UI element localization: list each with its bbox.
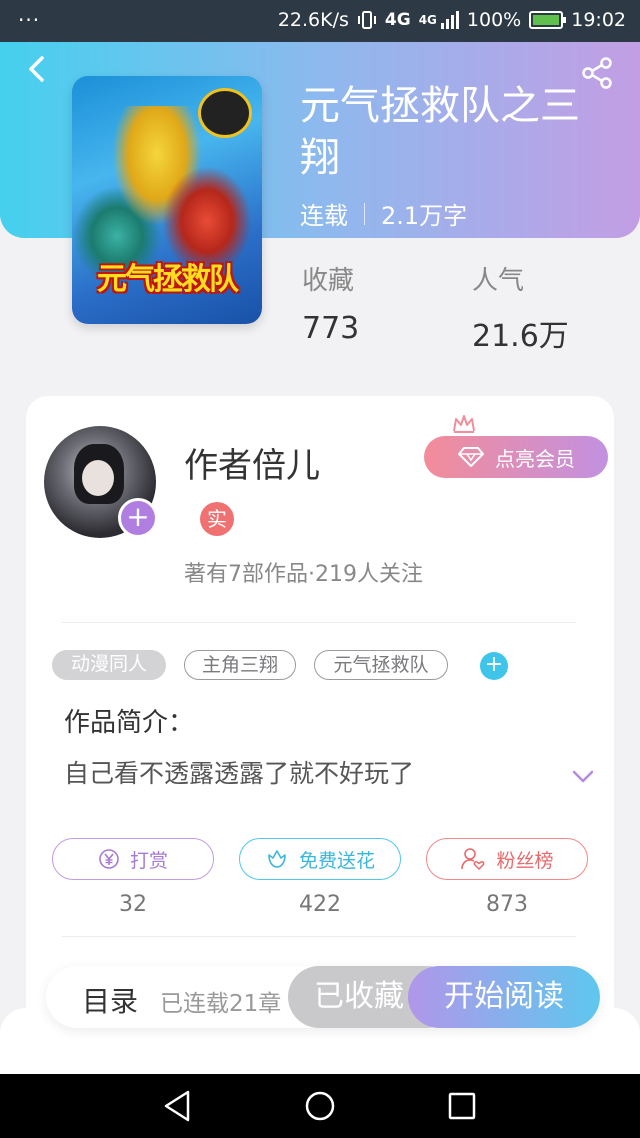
network-type: 4G: [384, 10, 411, 30]
nav-back-icon[interactable]: [160, 1088, 196, 1124]
favorites-label: 收藏: [302, 266, 355, 296]
intro-text: 自己看不透露透露了就不好玩了: [64, 759, 415, 788]
back-icon[interactable]: [22, 54, 52, 84]
network-type-small: 4G: [418, 13, 437, 27]
favorites-value: 773: [302, 311, 360, 346]
verified-badge: 实: [200, 502, 234, 536]
intro-heading: 作品简介：: [64, 708, 195, 738]
toc-button[interactable]: 目录: [82, 980, 138, 1020]
user-heart-icon: [461, 848, 485, 871]
bottom-action-bar: 目录 已连载21章 已收藏 开始阅读: [46, 966, 600, 1028]
vip-button[interactable]: 点亮会员: [424, 436, 608, 478]
vibrate-icon: [357, 11, 376, 29]
start-reading-button[interactable]: 开始阅读: [408, 966, 600, 1028]
notification-dots: ···: [18, 8, 41, 32]
serial-status: 连载: [300, 202, 348, 230]
book-meta: 连载 2.1万字: [300, 196, 467, 231]
signal-icon: [440, 11, 459, 29]
send-flower-button[interactable]: 免费送花: [239, 838, 401, 880]
send-flower-label: 免费送花: [298, 849, 375, 872]
favorites-stat: 收藏 773: [302, 260, 359, 346]
yen-icon: [99, 849, 119, 869]
avatar-face: [82, 460, 114, 496]
meta-divider: [364, 202, 365, 225]
fan-ranking-button[interactable]: 粉丝榜: [426, 838, 588, 880]
word-count: 2.1万字: [381, 202, 468, 230]
clock: 19:02: [571, 9, 626, 31]
flower-count: 422: [299, 892, 341, 917]
crown-icon: [453, 415, 475, 433]
cover-logo: 元气拯救队: [97, 262, 239, 297]
follow-author-button[interactable]: +: [118, 498, 158, 538]
status-bar: ··· 22.6K/s 4G 4G 100% 19:02: [0, 0, 640, 42]
nav-home-icon[interactable]: [302, 1088, 338, 1124]
collected-label: 已收藏: [314, 979, 404, 1014]
divider: [62, 936, 576, 937]
network-speed: 22.6K/s: [277, 9, 349, 31]
battery-percent: 100%: [466, 9, 522, 31]
nav-recent-icon[interactable]: [444, 1088, 480, 1124]
reward-label: 打赏: [129, 849, 168, 872]
status-right: 22.6K/s 4G 4G 100% 19:02: [278, 9, 626, 31]
chevron-down-icon[interactable]: [570, 766, 596, 786]
battery-icon: [529, 11, 567, 29]
reward-count: 32: [119, 892, 147, 917]
tag-item[interactable]: 元气拯救队: [314, 650, 448, 680]
fan-ranking-label: 粉丝榜: [496, 849, 554, 872]
divider: [62, 622, 576, 623]
author-name[interactable]: 作者倍儿: [184, 438, 320, 487]
reward-button[interactable]: 打赏: [52, 838, 214, 880]
flower-icon: [268, 850, 286, 868]
vip-label: 点亮会员: [495, 446, 575, 471]
book-cover[interactable]: 元气拯救队: [72, 76, 262, 324]
system-nav-bar: [0, 1074, 640, 1138]
add-tag-button[interactable]: +: [480, 652, 508, 680]
book-title: 元气拯救队之三翔: [300, 83, 580, 181]
popularity-label: 人气: [472, 266, 525, 296]
toc-status: 已连载21章: [160, 991, 282, 1017]
cover-badge: [198, 88, 252, 138]
popularity-stat: 人气 21.6万: [472, 260, 569, 355]
diamond-icon: [458, 447, 484, 467]
author-info: 著有7部作品·219人关注: [184, 562, 423, 587]
tag-item[interactable]: 动漫同人: [52, 650, 166, 680]
popularity-value: 21.6万: [472, 319, 569, 354]
tag-item[interactable]: 主角三翔: [184, 650, 296, 680]
fan-count: 873: [486, 892, 528, 917]
